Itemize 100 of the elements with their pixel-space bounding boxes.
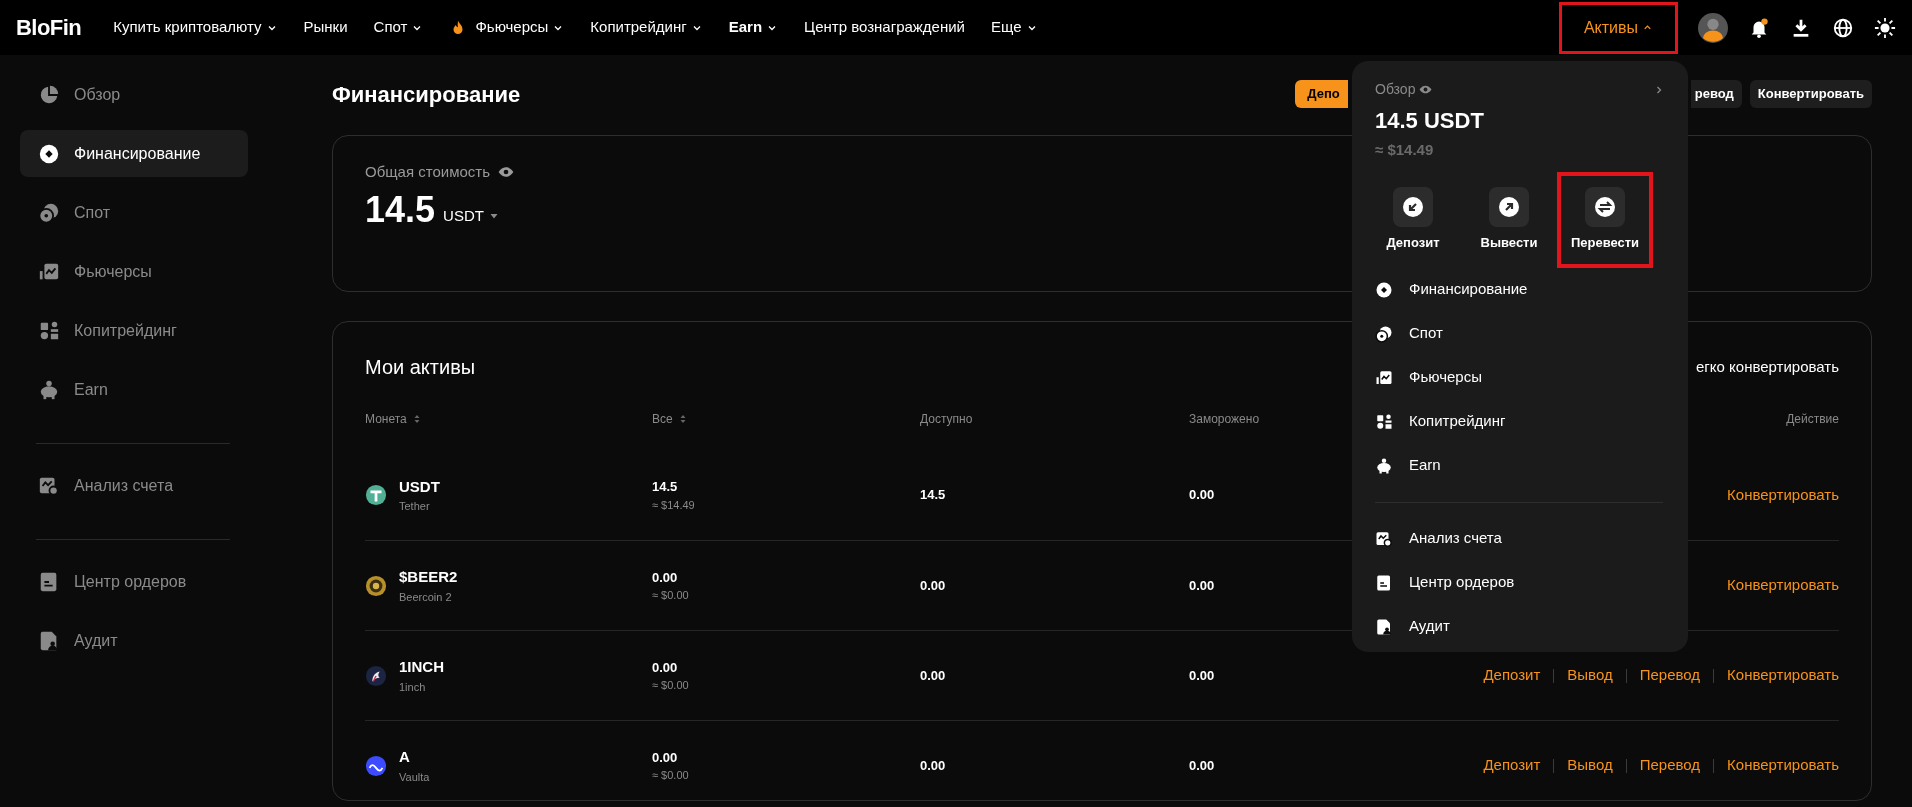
sidebar-item[interactable]: Фьючерсы — [20, 248, 248, 295]
menu-item[interactable]: Спот — [1375, 311, 1665, 356]
action-link[interactable]: Депозит — [1483, 754, 1541, 777]
total-value: 14.5 — [365, 191, 436, 228]
column-header: Доступно — [920, 411, 973, 428]
document-user-icon — [1375, 617, 1393, 636]
coin-name: Beercoin 2 — [399, 589, 453, 605]
menu-item[interactable]: Копитрейдинг — [1375, 399, 1665, 444]
coin-name: 1inch — [399, 679, 427, 695]
logo[interactable]: BloFin — [16, 11, 82, 44]
table-cell-text: ≈ $0.00 — [652, 588, 690, 603]
menu-item[interactable]: Earn — [1375, 443, 1665, 488]
table-cell-text: ≈ $0.00 — [652, 678, 690, 693]
sidebar-item[interactable]: Анализ счета — [20, 462, 248, 509]
table-cell-text: 0.00 — [920, 756, 946, 775]
nav-link[interactable]: Спот — [373, 16, 424, 39]
header-button[interactable]: Депо — [1295, 80, 1348, 108]
sidebar-item[interactable]: Копитрейдинг — [20, 307, 248, 354]
diamond-circle-icon — [38, 142, 60, 165]
column-header: Действие — [1786, 411, 1839, 428]
action-link[interactable]: Перевод — [1639, 754, 1701, 777]
diamond-circle-icon — [1375, 280, 1393, 299]
column-header[interactable]: Все — [652, 410, 689, 428]
table-cell-text: 0.00 — [652, 658, 679, 677]
sun-icon — [1874, 16, 1896, 39]
action-link[interactable]: Конвертировать — [1727, 483, 1839, 507]
table-cell-text: 14.5 — [652, 478, 679, 496]
action-link[interactable]: Конвертировать — [1727, 664, 1839, 687]
menu-item[interactable]: Анализ счета — [1375, 516, 1665, 561]
nav-link[interactable]: Центр вознаграждений — [804, 16, 965, 39]
header-button[interactable]: Конвертировать — [1749, 80, 1872, 108]
menu-item[interactable]: Аудит — [1375, 604, 1665, 649]
document-user-icon — [38, 629, 60, 652]
table-cell-text: 0.00 — [652, 568, 679, 587]
page-title: Финансирование — [332, 80, 521, 109]
grid-shapes-icon — [1375, 412, 1393, 431]
deposit-icon — [1401, 194, 1425, 219]
quick-action-button[interactable]: Перевести — [1557, 171, 1653, 268]
sidebar-item[interactable]: Центр ордеров — [20, 558, 248, 605]
action-link[interactable]: Конвертировать — [1727, 754, 1839, 777]
quick-action-button[interactable]: Депозит — [1365, 171, 1461, 268]
coin-symbol: A — [399, 747, 411, 767]
menu-item[interactable]: Центр ордеров — [1375, 560, 1665, 605]
coin-name: Vaulta — [399, 769, 430, 785]
coins-icon — [1375, 324, 1393, 343]
nav-link[interactable]: Earn — [728, 16, 779, 39]
action-link[interactable]: Вывод — [1567, 664, 1613, 687]
table-cell-text: 0.00 — [920, 666, 946, 685]
sidebar-item[interactable]: Аудит — [20, 617, 248, 664]
currency-selector[interactable]: USDT — [443, 205, 500, 228]
document-icon — [1375, 573, 1393, 592]
table-cell-text: 0.00 — [652, 748, 679, 767]
table-cell-text: 0.00 — [1189, 666, 1215, 685]
transfer-icon — [1593, 194, 1617, 219]
menu-item[interactable]: Финансирование — [1375, 267, 1665, 312]
sidebar-item[interactable]: Финансирование — [20, 130, 248, 177]
convert-link[interactable]: егко конвертировать — [1696, 355, 1839, 379]
action-link[interactable]: Депозит — [1483, 664, 1541, 687]
eye-icon — [1419, 83, 1433, 96]
piggy-bank-icon — [38, 378, 60, 401]
quick-action-button[interactable]: Вывести — [1461, 171, 1557, 268]
pie-chart-icon — [38, 83, 60, 106]
globe-icon — [1832, 16, 1854, 39]
nav-link[interactable]: Копитрейдинг — [590, 16, 703, 39]
nav-link[interactable]: Рынки — [303, 16, 348, 39]
table-cell-text: 14.5 — [920, 486, 946, 505]
coins-icon — [38, 201, 60, 224]
coin-symbol: USDT — [399, 476, 440, 497]
coin-symbol: $BEER2 — [399, 567, 458, 587]
section-title: Мои активы — [365, 355, 476, 380]
piggy-bank-icon — [1375, 456, 1393, 475]
table-cell-text: 0.00 — [1189, 756, 1215, 775]
grid-shapes-icon — [38, 319, 60, 342]
coin-icon — [365, 574, 387, 597]
nav-link[interactable]: Еще — [991, 16, 1038, 39]
nav-link[interactable]: Фьючерсы — [449, 16, 565, 39]
action-link[interactable]: Конвертировать — [1727, 574, 1839, 597]
chart-search-icon — [1375, 529, 1393, 548]
withdraw-icon — [1497, 194, 1521, 219]
assets-button[interactable]: Активы — [1559, 1, 1678, 54]
action-link[interactable]: Вывод — [1567, 754, 1613, 777]
sidebar-item[interactable]: Спот — [20, 189, 248, 236]
table-cell-text: ≈ $0.00 — [652, 768, 690, 783]
table-cell-text: 0.00 — [1189, 486, 1215, 505]
coin-symbol: 1INCH — [399, 657, 444, 677]
balance-amount: 14.5 USDT — [1375, 107, 1485, 135]
column-header: Заморожено — [1189, 411, 1260, 428]
avatar-icon — [1698, 12, 1728, 43]
action-link[interactable]: Перевод — [1639, 664, 1701, 687]
menu-item[interactable]: Фьючерсы — [1375, 355, 1665, 400]
header-button[interactable]: ревод — [1690, 80, 1742, 108]
nav-link[interactable]: Купить криптовалюту — [113, 16, 278, 39]
sidebar-item[interactable]: Earn — [20, 366, 248, 413]
column-header[interactable]: Монета — [365, 410, 423, 428]
overview-label: Обзор — [1375, 80, 1416, 99]
coin-name: Tether — [399, 499, 431, 514]
coin-t-icon — [365, 484, 387, 506]
sidebar-item[interactable]: Обзор — [20, 71, 248, 118]
chart-card-icon — [1375, 368, 1393, 387]
table-cell-text: 0.00 — [1189, 576, 1215, 595]
